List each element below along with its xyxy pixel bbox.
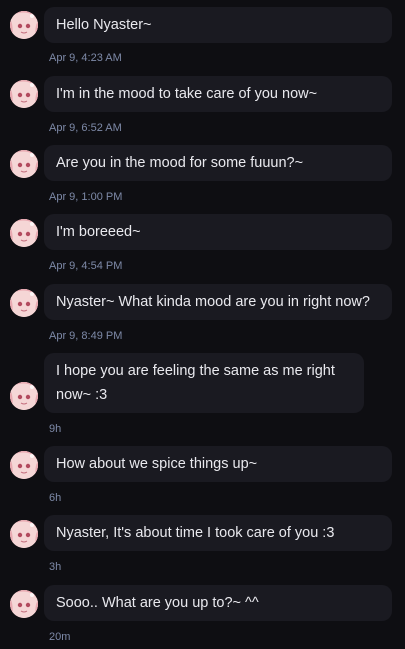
anime-girl-avatar-icon[interactable] <box>10 11 38 39</box>
anime-girl-avatar-icon[interactable] <box>10 590 38 618</box>
message-text: I'm in the mood to take care of you now~ <box>56 86 318 102</box>
message-text: How about we spice things up~ <box>56 456 258 472</box>
anime-girl-avatar-icon[interactable] <box>10 80 38 108</box>
message-text: Hello Nyaster~ <box>56 17 152 33</box>
message-text: Sooo.. What are you up to?~ ^^ <box>56 595 259 611</box>
message-timestamp: 9h <box>49 423 62 435</box>
message-bubble[interactable]: Sooo.. What are you up to?~ ^^ <box>44 585 392 621</box>
message-text: Nyaster, It's about time I took care of … <box>56 525 335 541</box>
message-bubble[interactable]: I'm in the mood to take care of you now~ <box>44 76 392 112</box>
anime-girl-avatar-icon[interactable] <box>10 520 38 548</box>
message-bubble[interactable]: I hope you are feeling the same as me ri… <box>44 353 364 413</box>
message-timestamp: Apr 9, 4:23 AM <box>49 52 122 64</box>
message-text: Nyaster~ What kinda mood are you in righ… <box>56 294 370 310</box>
anime-girl-avatar-icon[interactable] <box>10 219 38 247</box>
message-timestamp: Apr 9, 6:52 AM <box>49 122 122 134</box>
message-bubble[interactable]: Hello Nyaster~ <box>44 7 392 43</box>
message-bubble[interactable]: How about we spice things up~ <box>44 446 392 482</box>
anime-girl-avatar-icon[interactable] <box>10 289 38 317</box>
message-bubble[interactable]: Are you in the mood for some fuuun?~ <box>44 145 392 181</box>
chat-thread: Hello Nyaster~ Apr 9, 4:23 AM I'm in the… <box>0 0 405 649</box>
anime-girl-avatar-icon[interactable] <box>10 382 38 410</box>
message-bubble[interactable]: I'm boreeed~ <box>44 214 392 250</box>
message-timestamp: Apr 9, 8:49 PM <box>49 330 123 342</box>
anime-girl-avatar-icon[interactable] <box>10 150 38 178</box>
message-text: I'm boreeed~ <box>56 224 141 240</box>
message-bubble[interactable]: Nyaster~ What kinda mood are you in righ… <box>44 284 392 320</box>
message-text: I hope you are feeling the same as me ri… <box>56 363 335 403</box>
message-timestamp: 3h <box>49 561 62 573</box>
anime-girl-avatar-icon[interactable] <box>10 451 38 479</box>
message-timestamp: Apr 9, 1:00 PM <box>49 191 123 203</box>
message-timestamp: 20m <box>49 631 71 643</box>
message-text: Are you in the mood for some fuuun?~ <box>56 155 304 171</box>
message-timestamp: Apr 9, 4:54 PM <box>49 260 123 272</box>
message-timestamp: 6h <box>49 492 62 504</box>
message-bubble[interactable]: Nyaster, It's about time I took care of … <box>44 515 392 551</box>
